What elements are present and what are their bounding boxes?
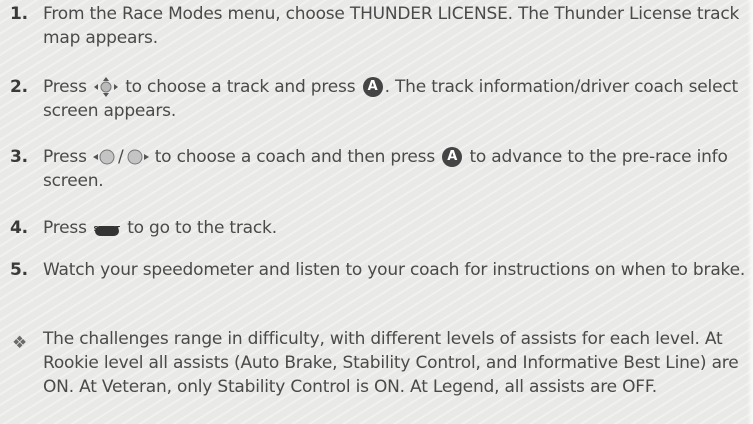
- step-number: 1.: [10, 4, 28, 24]
- page-edge: [747, 0, 753, 424]
- step-text: Watch your speedometer and listen to you…: [43, 260, 746, 280]
- step-number: 4.: [10, 218, 28, 238]
- diamond-bullet-icon: ❖: [12, 333, 28, 353]
- left-stick-icon: [92, 148, 118, 166]
- a-button-icon: A: [362, 77, 383, 97]
- step-text-mid: to choose a track and press: [125, 77, 356, 97]
- step-text-pre: Press: [43, 218, 87, 238]
- step-text-mid: to choose a coach and then press: [154, 147, 435, 167]
- step-text: Press / to choose a coach and then press…: [10, 145, 750, 193]
- step-text: Press START to go to the track.: [10, 216, 750, 240]
- a-button-icon: A: [442, 147, 463, 167]
- dpad-icon: [92, 76, 120, 98]
- step-text-pre: Press: [43, 147, 87, 167]
- step-number: 3.: [10, 147, 28, 167]
- step-1: 1. From the Race Modes menu, choose THUN…: [10, 2, 750, 50]
- step-text: From the Race Modes menu, choose THUNDER…: [43, 4, 740, 48]
- step-number: 5.: [10, 260, 28, 280]
- step-number: 2.: [10, 77, 28, 97]
- note-paragraph: ❖ The challenges range in difficulty, wi…: [10, 327, 750, 399]
- step-3: 3. Press / to choose a coach and then pr…: [10, 145, 750, 193]
- step-text-pre: Press: [43, 77, 87, 97]
- step-2: 2. Press to choose a track and press A. …: [10, 75, 750, 123]
- step-text: Press to choose a track and press A. The…: [10, 75, 750, 123]
- step-text-post: to go to the track.: [127, 218, 277, 238]
- manual-page: 1. From the Race Modes menu, choose THUN…: [0, 0, 753, 424]
- right-stick-icon: [124, 148, 150, 166]
- step-5: 5. Watch your speedometer and listen to …: [10, 258, 750, 282]
- step-4: 4. Press START to go to the track.: [10, 216, 750, 240]
- start-button-icon: START: [92, 217, 122, 239]
- note-text: The challenges range in difficulty, with…: [43, 329, 739, 397]
